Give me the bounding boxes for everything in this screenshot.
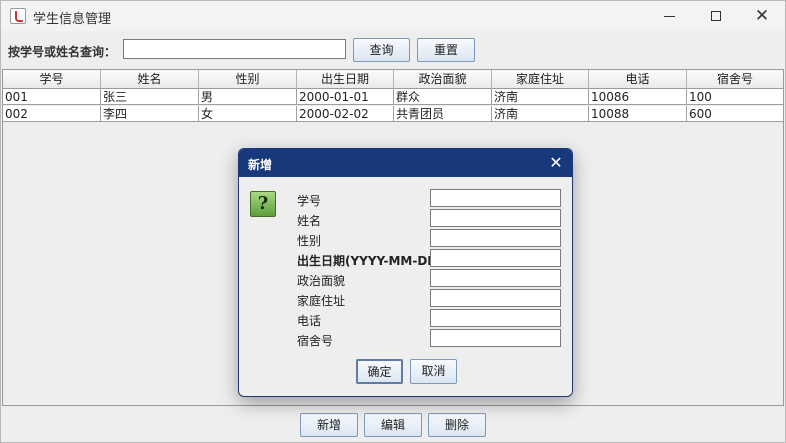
dorm-field[interactable]: [430, 329, 561, 347]
name-field[interactable]: [430, 209, 561, 227]
cell-address: 济南: [492, 106, 589, 122]
column-header-political[interactable]: 政治面貌: [394, 70, 492, 89]
column-header-phone[interactable]: 电话: [589, 70, 687, 89]
confirm-button[interactable]: 确定: [356, 359, 403, 384]
cell-political: 群众: [394, 89, 492, 105]
minimize-icon: [664, 16, 675, 17]
title-bar[interactable]: 学生信息管理 ✕: [1, 1, 785, 31]
cell-name: 张三: [101, 89, 199, 105]
dialog-close-button[interactable]: ✕: [545, 153, 567, 173]
cell-birthdate: 2000-02-02: [297, 106, 394, 122]
gender-field[interactable]: [430, 229, 561, 247]
column-header-id[interactable]: 学号: [3, 70, 101, 89]
maximize-button[interactable]: [693, 1, 739, 31]
question-icon: ?: [250, 191, 276, 217]
cell-name: 李四: [101, 106, 199, 122]
search-button[interactable]: 查询: [353, 38, 410, 62]
cell-id: 002: [3, 106, 101, 122]
label-address: 家庭住址: [297, 294, 346, 308]
cell-phone: 10086: [589, 89, 687, 105]
cell-dorm: 100: [689, 90, 712, 104]
column-header-address[interactable]: 家庭住址: [492, 70, 589, 89]
column-header-gender[interactable]: 性别: [199, 70, 297, 89]
cell-political: 共青团员: [394, 106, 492, 122]
label-name: 姓名: [297, 214, 322, 228]
dialog-title: 新增: [248, 158, 273, 172]
student-id-field[interactable]: [430, 189, 561, 207]
maximize-icon: [711, 11, 721, 21]
table-header: 学号 姓名 性别 出生日期 政治面貌 家庭住址 电话 宿舍号: [3, 70, 783, 89]
table-row[interactable]: 002 李四 女 2000-02-02 共青团员 济南 10088 600: [3, 106, 783, 122]
close-icon: ✕: [549, 153, 563, 172]
address-field[interactable]: [430, 289, 561, 307]
search-input[interactable]: [123, 39, 346, 59]
column-header-birthdate[interactable]: 出生日期: [297, 70, 394, 89]
label-birthdate: 出生日期(YYYY-MM-DD): [297, 254, 443, 268]
label-gender: 性别: [297, 234, 322, 248]
cell-gender: 男: [199, 89, 297, 105]
window-title: 学生信息管理: [33, 12, 112, 27]
cell-gender: 女: [199, 106, 297, 122]
column-header-name[interactable]: 姓名: [101, 70, 199, 89]
column-header-dorm[interactable]: 宿舍号: [687, 70, 783, 89]
political-status-field[interactable]: [430, 269, 561, 287]
cell-phone: 10088: [589, 106, 687, 122]
label-dorm: 宿舍号: [297, 334, 334, 348]
delete-button[interactable]: 删除: [428, 413, 486, 437]
birthdate-field[interactable]: [430, 249, 561, 267]
phone-field[interactable]: [430, 309, 561, 327]
add-student-dialog: 新增 ✕ ? 学号 姓名 性别 出生日期(YYYY-MM-DD) 政治面貌 家庭…: [238, 148, 573, 397]
cell-address: 济南: [492, 89, 589, 105]
cell-id: 001: [3, 89, 101, 105]
reset-button[interactable]: 重置: [417, 38, 475, 62]
cell-dorm: 600: [689, 107, 712, 121]
table-row[interactable]: 001 张三 男 2000-01-01 群众 济南 10086 100: [3, 89, 783, 105]
label-phone: 电话: [297, 314, 322, 328]
add-button[interactable]: 新增: [300, 413, 358, 437]
dialog-title-bar[interactable]: 新增 ✕: [239, 149, 572, 177]
minimize-button[interactable]: [647, 1, 693, 31]
search-label: 按学号或姓名查询：: [8, 45, 117, 59]
label-political-status: 政治面貌: [297, 274, 346, 288]
java-app-icon: [10, 8, 26, 24]
cell-birthdate: 2000-01-01: [297, 89, 394, 105]
label-student-id: 学号: [297, 194, 322, 208]
cancel-button[interactable]: 取消: [410, 359, 457, 384]
close-icon: ✕: [754, 6, 770, 26]
edit-button[interactable]: 编辑: [364, 413, 422, 437]
window-close-button[interactable]: ✕: [739, 1, 785, 31]
